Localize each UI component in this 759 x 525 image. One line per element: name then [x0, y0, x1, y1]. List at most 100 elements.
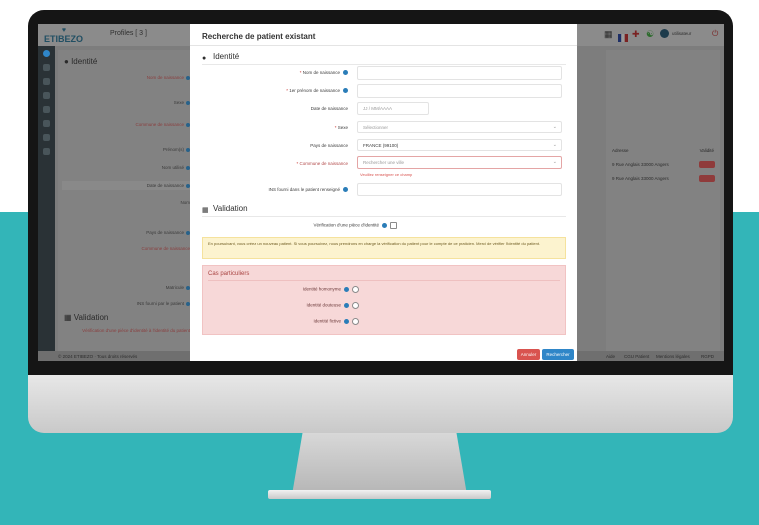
search-button[interactable]: Rechercher	[542, 349, 574, 360]
bg-label: Date de naissance	[147, 183, 190, 188]
info-icon[interactable]	[344, 287, 349, 292]
birth-date-input[interactable]: JJ / MM/AAAA	[357, 102, 429, 115]
chevron-down-icon: ⌄	[552, 124, 557, 130]
bg-label: Nom de naissance	[147, 75, 190, 80]
user-icon: ●	[64, 57, 69, 66]
bg-label: INS fourni par le patient	[137, 301, 190, 306]
user-avatar-icon[interactable]	[660, 29, 669, 38]
table-row[interactable]: 9 Rue Anglais 33000 Angers	[606, 174, 720, 184]
birth-country-select[interactable]: FRANCE (99100) ⌄	[357, 139, 562, 151]
info-icon[interactable]	[344, 319, 349, 324]
bg-label: Matricule	[166, 285, 190, 290]
bg-label: Nom utilisé	[162, 165, 190, 170]
avatar[interactable]	[43, 50, 50, 57]
footer-link[interactable]: RGPD	[701, 354, 714, 359]
birth-town-select[interactable]: Rechercher une ville ⌄	[357, 156, 562, 169]
divider	[202, 64, 566, 65]
sex-select[interactable]: Sélectionner ⌄	[357, 121, 562, 133]
grid-menu-icon[interactable]: ▦	[604, 29, 614, 39]
divider	[202, 216, 566, 217]
sex-label: * Sexe	[334, 125, 348, 130]
bg-identity-heading: ● Identité	[64, 57, 98, 66]
help-icon[interactable]	[43, 148, 50, 155]
bg-validation-note: Vérification d'une pièce d'identité à l'…	[82, 328, 190, 333]
birth-date-label: Date de naissance	[310, 106, 348, 111]
documents-icon[interactable]	[43, 106, 50, 113]
special-cases-title: Cas particuliers	[208, 271, 250, 277]
app-sidebar	[38, 46, 55, 361]
bg-label: Sexe	[174, 100, 190, 105]
info-icon[interactable]	[344, 303, 349, 308]
doctor-icon[interactable]: ☯	[646, 29, 656, 39]
app-logo[interactable]: ♥ ETIBEZO	[44, 27, 84, 44]
info-icon[interactable]	[382, 223, 387, 228]
patients-icon[interactable]	[43, 78, 50, 85]
monitor-screen: ♥ ETIBEZO Profiles [ 3 ] ● Identité Nom …	[38, 24, 724, 361]
bg-label: Nom	[180, 200, 190, 205]
special-cases-panel: Cas particuliers Identité homonyme Ident…	[202, 265, 566, 335]
fictive-radio[interactable]	[352, 318, 359, 325]
birth-town-label: * Commune de naissance	[296, 161, 348, 166]
settings-icon[interactable]	[43, 120, 50, 127]
heart-icon: ♥	[61, 27, 67, 34]
home-icon[interactable]	[43, 64, 50, 71]
logo-text: ETIBEZO	[44, 34, 84, 44]
info-icon[interactable]	[343, 70, 348, 76]
background-address-panel: Adresse Validité 9 Rue Anglais 33000 Ang…	[606, 50, 720, 353]
chevron-down-icon: ⌄	[552, 142, 557, 148]
info-icon[interactable]	[343, 187, 348, 193]
first-name-label: * 1er prénom de naissance	[286, 88, 348, 94]
user-name[interactable]: utilisateur	[672, 31, 691, 36]
doubtful-radio[interactable]	[352, 302, 359, 309]
validation-section-title: ▦ Validation	[202, 204, 248, 214]
status-badge	[699, 175, 715, 182]
id-check-checkbox[interactable]	[390, 222, 397, 229]
header-icons: ▦ ✚ ☯ utilisateur ⏻	[604, 29, 722, 42]
modal-title: Recherche de patient existant	[202, 32, 316, 41]
bg-label: Prénom(s)	[163, 147, 190, 152]
birth-town-error: Veuillez renseigner ce champ	[360, 172, 413, 177]
divider	[208, 280, 560, 281]
bg-label: Commune de naissance	[135, 122, 190, 127]
address-table-header: Adresse Validité	[612, 148, 714, 153]
hospital-icon[interactable]: ✚	[632, 29, 642, 39]
monitor-stand	[292, 433, 467, 495]
grid-icon: ▦	[202, 207, 209, 214]
patient-tab[interactable]: Profiles [ 3 ]	[110, 30, 147, 37]
grid-icon: ▦	[64, 313, 72, 322]
birth-country-label: Pays de naissance	[310, 143, 348, 148]
bg-validation-heading: ▦ Validation	[64, 313, 109, 322]
id-check-label: Vérification d'une pièce d'identité	[313, 222, 397, 229]
ins-input[interactable]	[357, 183, 562, 196]
divider	[190, 45, 577, 46]
logout-icon[interactable]: ⏻	[712, 29, 722, 39]
warning-alert: En poursuivant, vous créez un nouveau pa…	[202, 237, 566, 259]
footer-link[interactable]: Mentions légales	[656, 354, 690, 359]
user-icon: ●	[202, 55, 207, 62]
chevron-down-icon: ⌄	[552, 159, 557, 165]
background-identity-panel: ● Identité Nom de naissance Sexe Commune…	[58, 50, 196, 353]
first-name-input[interactable]	[357, 84, 562, 98]
cancel-button[interactable]: Annuler	[517, 349, 540, 360]
birth-name-input[interactable]	[357, 66, 562, 80]
footer-link[interactable]: Aide	[606, 354, 615, 359]
doubtful-option[interactable]: Identité douteuse	[306, 302, 359, 309]
bg-label: Commune de naissance	[141, 246, 190, 251]
patient-search-modal: Recherche de patient existant ● Identité …	[190, 24, 577, 361]
calendar-icon[interactable]	[43, 92, 50, 99]
footer-link[interactable]: CGU Patient	[624, 354, 649, 359]
status-badge	[699, 161, 715, 168]
homonym-radio[interactable]	[352, 286, 359, 293]
info-icon[interactable]	[343, 88, 348, 94]
identity-section-title: ● Identité	[202, 52, 240, 62]
fictive-option[interactable]: Identité fictive	[313, 318, 359, 325]
table-row[interactable]: 9 Rue Anglais 33000 Angers	[606, 160, 720, 170]
monitor-foot	[268, 490, 491, 499]
ins-label: INS fourni dans le patient renseigné	[268, 187, 348, 193]
homonym-option[interactable]: Identité homonyme	[303, 286, 359, 293]
stats-icon[interactable]	[43, 134, 50, 141]
bg-label: Pays de naissance	[146, 230, 190, 235]
birth-name-label: * Nom de naissance	[300, 70, 348, 76]
flag-fr-icon[interactable]	[618, 29, 628, 42]
monitor-chin	[28, 375, 733, 433]
